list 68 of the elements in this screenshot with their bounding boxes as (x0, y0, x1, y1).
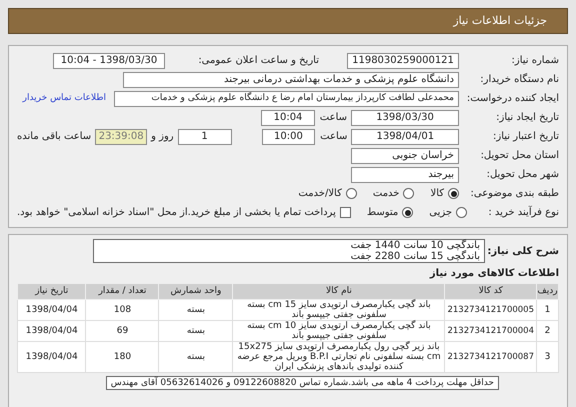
radio-label: خدمت (372, 187, 400, 201)
field-label: طبقه بندی موضوعی: (470, 187, 559, 201)
field-label: شماره نیاز: (510, 54, 559, 68)
column-header: کد کالا (444, 284, 536, 300)
table-cell: بسته (158, 342, 233, 372)
table-cell: 2132734121700005 (444, 300, 536, 320)
table-cell: 108 (86, 300, 159, 320)
city-field: بیرجند (351, 166, 459, 182)
radio-label: کالا/خدمت (298, 187, 342, 201)
field-label: استان محل تحویل: (480, 149, 559, 163)
table-cell: 1398/04/04 (18, 320, 86, 342)
table-cell: 1398/04/04 (18, 342, 86, 372)
radio-label: متوسط (366, 206, 398, 220)
table-cell: 180 (86, 342, 159, 372)
need-number-field: 1198030259000121 (347, 52, 459, 68)
table-cell: 1 (536, 300, 558, 320)
field-label: ساعت باقی مانده (17, 130, 92, 144)
table-cell: باند زیر گچی رول یکبارمصرف ارتوپدی سایز 15x275 cm بسته سلفونی نام تجارتی B.P.I وبریل مرجع عرضه کننده تولیدی باندهای پزشکی ایران (232, 342, 445, 372)
table-cell: باند گچی یکبارمصرف ارتوپدی سایز 10 cm بسته سلفونی جفتی جیپسو باند (232, 320, 445, 342)
radio-button[interactable] (346, 188, 357, 199)
table-cell: باند گچی یکبارمصرف ارتوپدی سایز 15 cm بسته سلفونی جفتی جیپسو باند (232, 300, 445, 320)
table-cell: 2132734121700087 (444, 342, 536, 372)
radio-button[interactable] (456, 207, 468, 218)
field-label: نام دستگاه خریدار: (479, 72, 559, 87)
validity-date-field: 1398/04/01 (351, 128, 460, 144)
checkbox[interactable] (340, 207, 351, 218)
column-header: نام کالا (232, 284, 445, 300)
note-field: حداقل مهلت پرداخت 4 ماهه می باشد.شماره تماس 09122608820 و 05632614026 آقای مهندس (106, 376, 499, 390)
validity-time-field: 10:00 (262, 128, 316, 144)
checkbox-label: پرداخت تمام یا بخشی از مبلغ خرید.از محل "اسناد خزانه اسلامی" خواهد بود. (17, 206, 336, 220)
column-header: تعداد / مقدار (86, 284, 159, 300)
radio-label: کالا (430, 187, 444, 201)
field-label: تاریخ اعتبار نیاز: (492, 130, 559, 144)
field-label: شهر محل تحویل: (486, 168, 559, 182)
radio-label: جزیی (429, 206, 452, 220)
section-title: اطلاعات کالاهای مورد نیاز (428, 267, 559, 281)
table-cell: 2132734121700004 (444, 320, 536, 342)
buyer-contact-link[interactable]: اطلاعات تماس خریدار (22, 92, 106, 106)
table-cell: بسته (158, 320, 233, 342)
field-label: ساعت (319, 130, 348, 144)
radio-button[interactable] (403, 188, 414, 199)
radio-button[interactable] (448, 188, 459, 199)
days-field: 1 (178, 128, 232, 144)
remaining-time-field: 23:39:08 (95, 128, 148, 144)
created-date-field: 1398/03/30 (351, 110, 459, 126)
field-label: ایجاد کننده درخواست: (466, 92, 559, 106)
table-cell: 3 (536, 342, 558, 372)
table-cell: 1398/04/04 (18, 300, 86, 320)
field-label: روز و (151, 130, 174, 144)
field-label: تاریخ ایجاد نیاز: (495, 111, 559, 125)
table-cell: 69 (86, 320, 159, 342)
field-label: نوع فرآیند خرید : (487, 205, 559, 220)
radio-button[interactable] (402, 207, 414, 218)
column-header: ردیف (536, 284, 558, 300)
table-cell: 2 (536, 320, 558, 342)
requester-field: محمدعلی لطافت کارپرداز بیمارستان امام رضا ع دانشگاه علوم پزشکی و خدمات (114, 90, 459, 106)
field-label: تاریخ و ساعت اعلان عمومی: (197, 54, 319, 68)
description-field[interactable]: باندگچی 10 سانت 1440 جفت باندگچی 15 سانت 2280 جفت (93, 239, 485, 263)
description-label: شرح کلی نیاز: (489, 244, 559, 258)
province-field: خراسان جنوبی (351, 148, 459, 164)
page-header: جزئیات اطلاعات نیاز (8, 8, 568, 34)
buyer-field: دانشگاه علوم پزشکی و خدمات بهداشتی درمانی بیرجند (123, 72, 459, 88)
announce-date-field: 1398/03/30 - 10:04 (53, 52, 165, 68)
field-label: ساعت (319, 111, 347, 125)
column-header: واحد شمارش (158, 284, 233, 300)
table-cell: بسته (158, 300, 233, 320)
created-time-field: 10:04 (261, 110, 315, 126)
column-header: تاریخ نیاز (18, 284, 86, 300)
